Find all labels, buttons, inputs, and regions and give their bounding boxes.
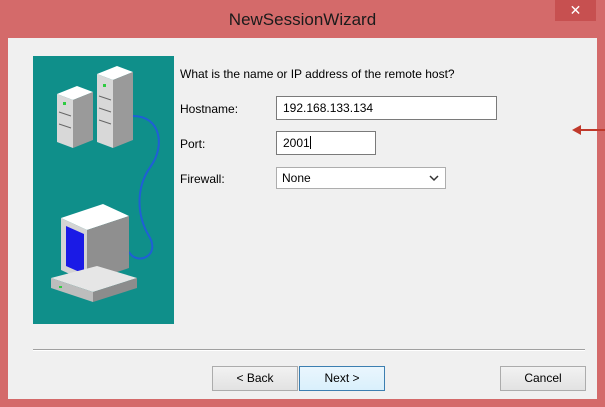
network-illustration: [51, 66, 160, 302]
host-prompt: What is the name or IP address of the re…: [180, 67, 455, 81]
text-caret: [309, 136, 311, 149]
chevron-down-icon: [429, 168, 439, 195]
server-icon: [57, 66, 133, 148]
firewall-selected-value: None: [282, 171, 311, 185]
cancel-button[interactable]: Cancel: [500, 366, 586, 391]
hostname-label: Hostname:: [180, 102, 239, 116]
arrow-left-icon: [570, 120, 605, 140]
firewall-label: Firewall:: [180, 172, 225, 186]
cable-icon: [128, 115, 160, 260]
computer-icon: [51, 204, 137, 302]
next-button[interactable]: Next >: [299, 366, 385, 391]
hostname-input[interactable]: 192.168.133.134: [276, 96, 497, 120]
port-label: Port:: [180, 137, 206, 151]
hostname-value: 192.168.133.134: [283, 101, 374, 115]
back-button[interactable]: < Back: [212, 366, 298, 391]
wizard-illustration: [33, 56, 174, 324]
port-value: 2001: [283, 136, 310, 150]
port-input[interactable]: 2001: [276, 131, 376, 155]
window-title: NewSessionWizard: [228, 10, 377, 29]
separator: [33, 349, 585, 351]
close-icon[interactable]: ✕: [555, 0, 596, 21]
firewall-select[interactable]: None: [276, 167, 446, 189]
